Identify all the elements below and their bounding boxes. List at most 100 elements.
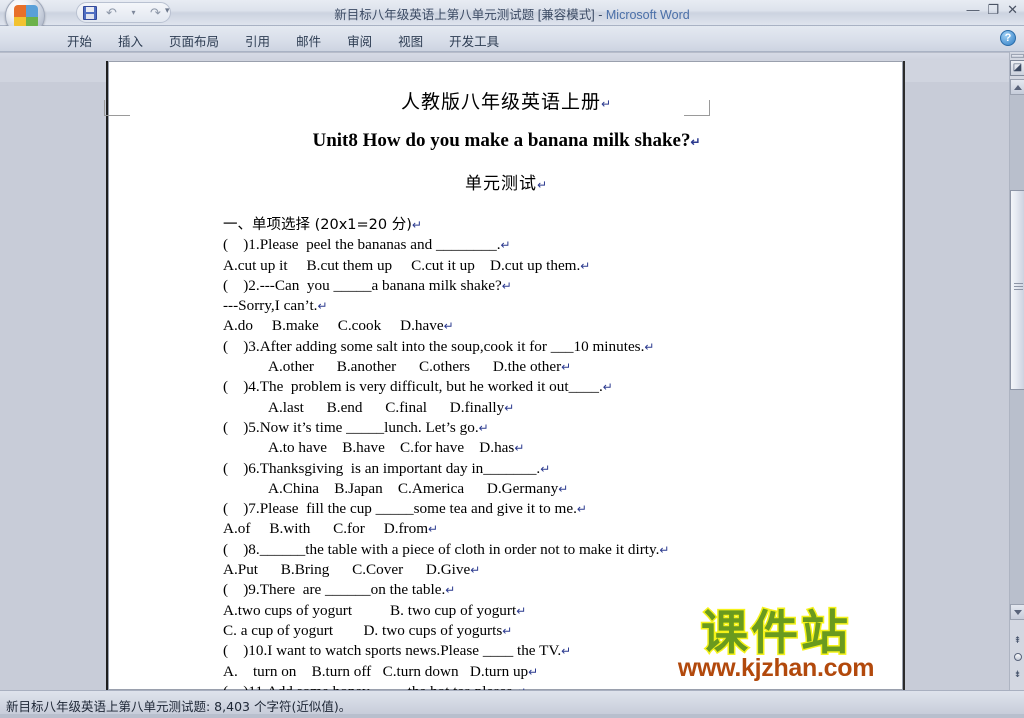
document-line: A.China B.Japan C.America D.Germany↵ <box>223 479 905 499</box>
heading-subtitle-text: 单元测试 <box>464 174 537 194</box>
document-line: 一、单项选择 (20x1=20 分)↵ <box>223 215 905 235</box>
margin-marker-top-right <box>684 100 710 116</box>
document-line-text: A.to have B.have C.for have D.has <box>268 439 515 457</box>
document-line: ( )11.Add some honey ____ the hot tea pl… <box>223 682 905 690</box>
scroll-up-button[interactable] <box>1010 79 1024 95</box>
tab-references[interactable]: 引用 <box>232 29 283 52</box>
pilcrow-mark: ↵ <box>528 664 539 679</box>
document-line-text: A.other B.another C.others D.the other <box>268 358 562 376</box>
pilcrow-mark: ↵ <box>659 542 670 557</box>
document-line: ( )1.Please peel the bananas and _______… <box>223 235 905 255</box>
scrollbar-thumb[interactable] <box>1010 190 1024 390</box>
pilcrow-mark: ↵ <box>540 461 551 476</box>
document-line-text: A. turn on B.turn off C.turn down D.turn… <box>223 662 529 680</box>
close-button[interactable]: ✕ <box>1007 3 1018 17</box>
document-line: ( )5.Now it’s time _____lunch. Let’s go.… <box>223 418 905 438</box>
document-line-text: ( )3.After adding some salt into the sou… <box>223 337 645 355</box>
tab-developer[interactable]: 开发工具 <box>436 29 512 52</box>
tab-insert[interactable]: 插入 <box>105 29 156 52</box>
document-line: ( )4.The problem is very difficult, but … <box>223 377 905 397</box>
margin-marker-top-left <box>104 100 130 116</box>
help-icon[interactable]: ? <box>1000 30 1016 46</box>
document-line-text: A.cut up it B.cut them up C.cut it up D.… <box>223 256 581 274</box>
document-line: A.do B.make C.cook D.have↵ <box>223 316 905 336</box>
restore-button[interactable]: ❐ <box>987 3 999 17</box>
pilcrow-mark: ↵ <box>502 623 513 638</box>
document-line-text: ( )8.______the table with a piece of clo… <box>223 540 660 558</box>
document-line: A.Put B.Bring C.Cover D.Give↵ <box>223 560 905 580</box>
document-line: A.cut up it B.cut them up C.cut it up D.… <box>223 256 905 276</box>
double-arrow-down-icon: ⇟ <box>1013 668 1022 679</box>
document-line: ---Sorry,I can’t.↵ <box>223 296 905 316</box>
pilcrow-mark: ↵ <box>504 400 515 415</box>
document-line: ( )6.Thanksgiving is an important day in… <box>223 459 905 479</box>
heading-en-text: Unit8 How do you make a banana milk shak… <box>312 130 691 151</box>
workspace-top-band <box>0 52 1009 60</box>
document-line: ( )8.______the table with a piece of clo… <box>223 540 905 560</box>
pilcrow-mark: ↵ <box>478 420 489 435</box>
status-bar-bottom-edge <box>0 714 1024 718</box>
pilcrow-mark: ↵ <box>514 441 525 456</box>
scrollbar-grip-icon <box>1014 283 1023 290</box>
window-title-mode: [兼容模式] <box>537 8 595 22</box>
document-line-text: ( )7.Please fill the cup _____some tea a… <box>223 500 577 518</box>
document-line: A.two cups of yogurt B. two cup of yogur… <box>223 601 905 621</box>
document-line-text: A.of B.with C.for D.from <box>223 520 429 538</box>
document-body: 一、单项选择 (20x1=20 分)↵( )1.Please peel the … <box>108 215 905 690</box>
pilcrow-mark: ↵ <box>470 563 481 578</box>
pilcrow-mark: ↵ <box>500 238 511 253</box>
document-line-text: A.last B.end C.final D.finally <box>268 398 505 416</box>
pilcrow-mark: ↵ <box>602 380 613 395</box>
document-line-text: A.China B.Japan C.America D.Germany <box>268 479 559 497</box>
status-bar: 新目标八年级英语上第八单元测试题: 8,403 个字符(近似值)。 <box>0 690 1024 718</box>
pilcrow-mark: ↵ <box>501 278 512 293</box>
tab-review[interactable]: 审阅 <box>334 29 385 52</box>
document-line-text: 一、单项选择 (20x1=20 分) <box>223 217 412 233</box>
document-line-text: ( )11.Add some honey ____ the hot tea pl… <box>223 683 516 690</box>
window-title-app: Microsoft Word <box>605 8 690 22</box>
tab-home[interactable]: 开始 <box>54 29 105 52</box>
browse-object-icon[interactable]: ◪ <box>1010 60 1024 76</box>
select-browse-object-button[interactable] <box>1010 649 1024 665</box>
double-arrow-up-icon: ⇞ <box>1013 634 1022 645</box>
next-page-button[interactable]: ⇟ <box>1010 666 1024 682</box>
document-line-text: C. a cup of yogurt D. two cups of yogurt… <box>223 621 503 639</box>
document-page[interactable]: 人教版八年级英语上册↵ Unit8 How do you make a bana… <box>108 61 905 690</box>
heading-cn-text: 人教版八年级英语上册 <box>400 91 601 113</box>
document-workspace: 人教版八年级英语上册↵ Unit8 How do you make a bana… <box>0 52 1024 690</box>
window-title-document: 新目标八年级英语上第八单元测试题 <box>334 8 535 22</box>
word-window: ↶ ▾ ↷ ▾ 新目标八年级英语上第八单元测试题 [兼容模式] - Micros… <box>0 0 1024 718</box>
pilcrow-mark: ↵ <box>600 97 613 111</box>
document-line: ( )3.After adding some salt into the sou… <box>223 337 905 357</box>
split-bar-handle[interactable] <box>1011 54 1024 58</box>
document-line-text: ---Sorry,I can’t. <box>223 297 318 315</box>
tab-mailings[interactable]: 邮件 <box>283 29 334 52</box>
tab-page-layout[interactable]: 页面布局 <box>156 29 232 52</box>
document-line-text: A.two cups of yogurt B. two cup of yogur… <box>223 601 517 619</box>
document-line-text: ( )2.---Can you _____a banana milk shake… <box>223 276 502 294</box>
pilcrow-mark: ↵ <box>690 135 701 149</box>
window-title-separator: - <box>598 8 606 22</box>
window-title: 新目标八年级英语上第八单元测试题 [兼容模式] - Microsoft Word <box>0 4 1024 23</box>
document-line-text: A.Put B.Bring C.Cover D.Give <box>223 561 471 579</box>
pilcrow-mark: ↵ <box>561 360 572 375</box>
pilcrow-mark: ↵ <box>445 583 456 598</box>
pilcrow-mark: ↵ <box>317 299 328 314</box>
window-controls: — ❐ ✕ <box>966 3 1018 17</box>
scroll-down-button[interactable] <box>1010 604 1024 620</box>
document-line-text: ( )1.Please peel the bananas and _______… <box>223 236 501 254</box>
pilcrow-mark: ↵ <box>411 218 422 232</box>
pilcrow-mark: ↵ <box>428 522 439 537</box>
document-line-text: A.do B.make C.cook D.have <box>223 317 444 335</box>
vertical-scrollbar[interactable]: ◪ ⇞ ⇟ <box>1009 52 1024 690</box>
scrollbar-track[interactable] <box>1010 95 1024 604</box>
minimize-button[interactable]: — <box>966 3 979 17</box>
document-line: A.to have B.have C.for have D.has↵ <box>223 438 905 458</box>
document-line: C. a cup of yogurt D. two cups of yogurt… <box>223 621 905 641</box>
title-bar: ↶ ▾ ↷ ▾ 新目标八年级英语上第八单元测试题 [兼容模式] - Micros… <box>0 0 1024 36</box>
triangle-up-icon <box>1013 84 1022 90</box>
previous-page-button[interactable]: ⇞ <box>1010 632 1024 648</box>
pilcrow-mark: ↵ <box>580 258 591 273</box>
status-bar-text: 新目标八年级英语上第八单元测试题: 8,403 个字符(近似值)。 <box>6 699 352 714</box>
tab-view[interactable]: 视图 <box>385 29 436 52</box>
